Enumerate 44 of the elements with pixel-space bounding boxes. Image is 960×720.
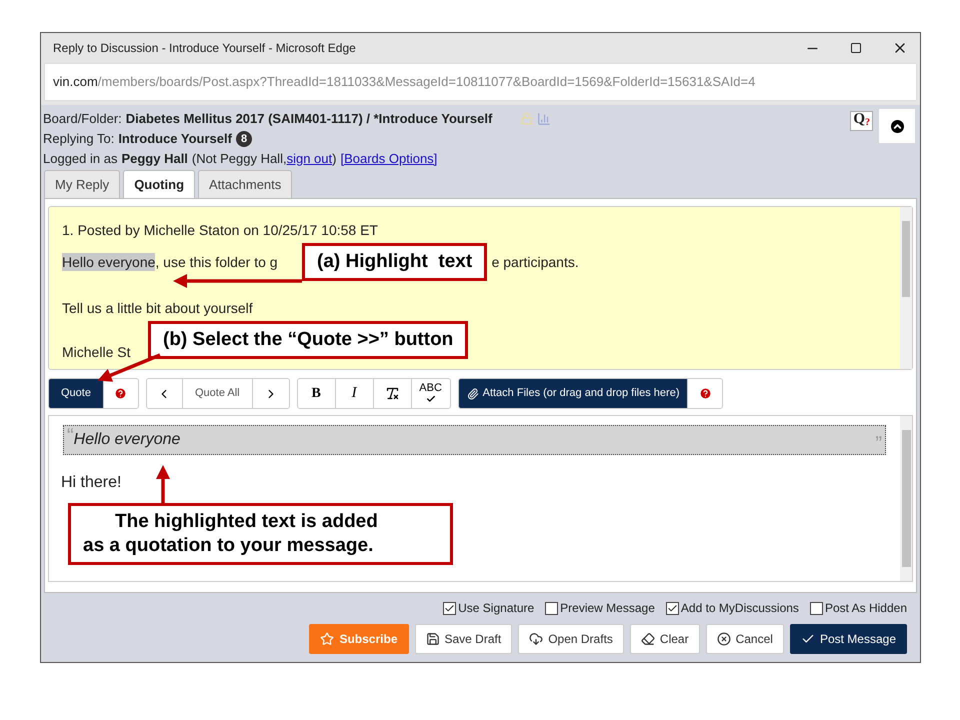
address-bar[interactable]: vin.com/members/boards/Post.aspx?ThreadId=1811033&MessageId=10811077&BoardId=1569&FolderId=15631&SAId=4: [44, 63, 917, 101]
action-button[interactable]: Open Drafts: [518, 624, 624, 654]
close-quote-mark: ”: [875, 434, 882, 454]
address-path: /members/boards/Post.aspx?ThreadId=1811033&MessageId=10811077&BoardId=1569&FolderId=15631&SAId=4: [98, 73, 756, 92]
post-header: 1. Posted by Michelle Staton on 10/25/17 10:58 ET: [62, 221, 379, 239]
reply-count-badge: 8: [236, 130, 252, 146]
logged-in-label: Logged in as: [43, 150, 118, 168]
user-name: Peggy Hall: [121, 150, 188, 168]
open-quote-mark: “: [67, 426, 74, 446]
action-button[interactable]: Clear: [630, 624, 700, 654]
checkbox-option[interactable]: Add to MyDiscussions: [666, 599, 799, 617]
callout-label: (b) Select the “Quote >>” button: [148, 321, 468, 359]
highlighted-text: Hello everyone: [62, 253, 156, 271]
sign-out-link[interactable]: sign out: [286, 149, 332, 168]
window-title: Reply to Discussion - Introduce Yourself - Microsoft Edge: [53, 40, 357, 57]
tab[interactable]: Attachments: [198, 170, 292, 198]
question-help-button[interactable]: Q?: [850, 111, 873, 131]
thread-title: Introduce Yourself: [118, 130, 232, 148]
post-text: Michelle St: [62, 343, 132, 361]
paren-text: ): [332, 150, 336, 168]
tab[interactable]: My Reply: [44, 170, 120, 198]
not-user-text: (Not Peggy Hall,: [192, 150, 287, 168]
address-domain: vin.com: [53, 73, 98, 92]
replying-label: Replying To:: [43, 130, 114, 148]
post-text: , use this folder to g: [155, 253, 278, 271]
checkbox-option[interactable]: Preview Message: [545, 599, 655, 617]
message-text: Hi there!: [61, 473, 122, 493]
action-button[interactable]: Cancel: [706, 624, 784, 654]
action-button[interactable]: Save Draft: [414, 624, 512, 654]
checkbox-option[interactable]: Post As Hidden: [810, 599, 907, 617]
callout-label: (a) Highlight text: [302, 243, 488, 281]
callout-label: The highlighted text is added as a quotation to your message.: [68, 503, 453, 565]
board-label: Board/Folder:: [43, 110, 122, 128]
board-name: Diabetes Mellitus 2017 (SAIM401-1117) / *Introduce Yourself: [126, 110, 492, 128]
post-text: e participants.: [492, 253, 579, 271]
post-text: Tell us a little bit about yourself: [62, 299, 254, 317]
quoted-text: Hello everyone: [74, 430, 182, 450]
quote-button[interactable]: Quote: [49, 379, 104, 408]
bold-button[interactable]: B: [298, 379, 336, 408]
boards-options-link[interactable]: [Boards Options]: [340, 149, 438, 168]
attach-files-button[interactable]: Attach Files (or drag and drop files here): [458, 379, 688, 408]
checkbox-option[interactable]: Use Signature: [443, 599, 534, 617]
tab[interactable]: Quoting: [123, 170, 196, 198]
action-button[interactable]: Post Message: [790, 624, 907, 654]
